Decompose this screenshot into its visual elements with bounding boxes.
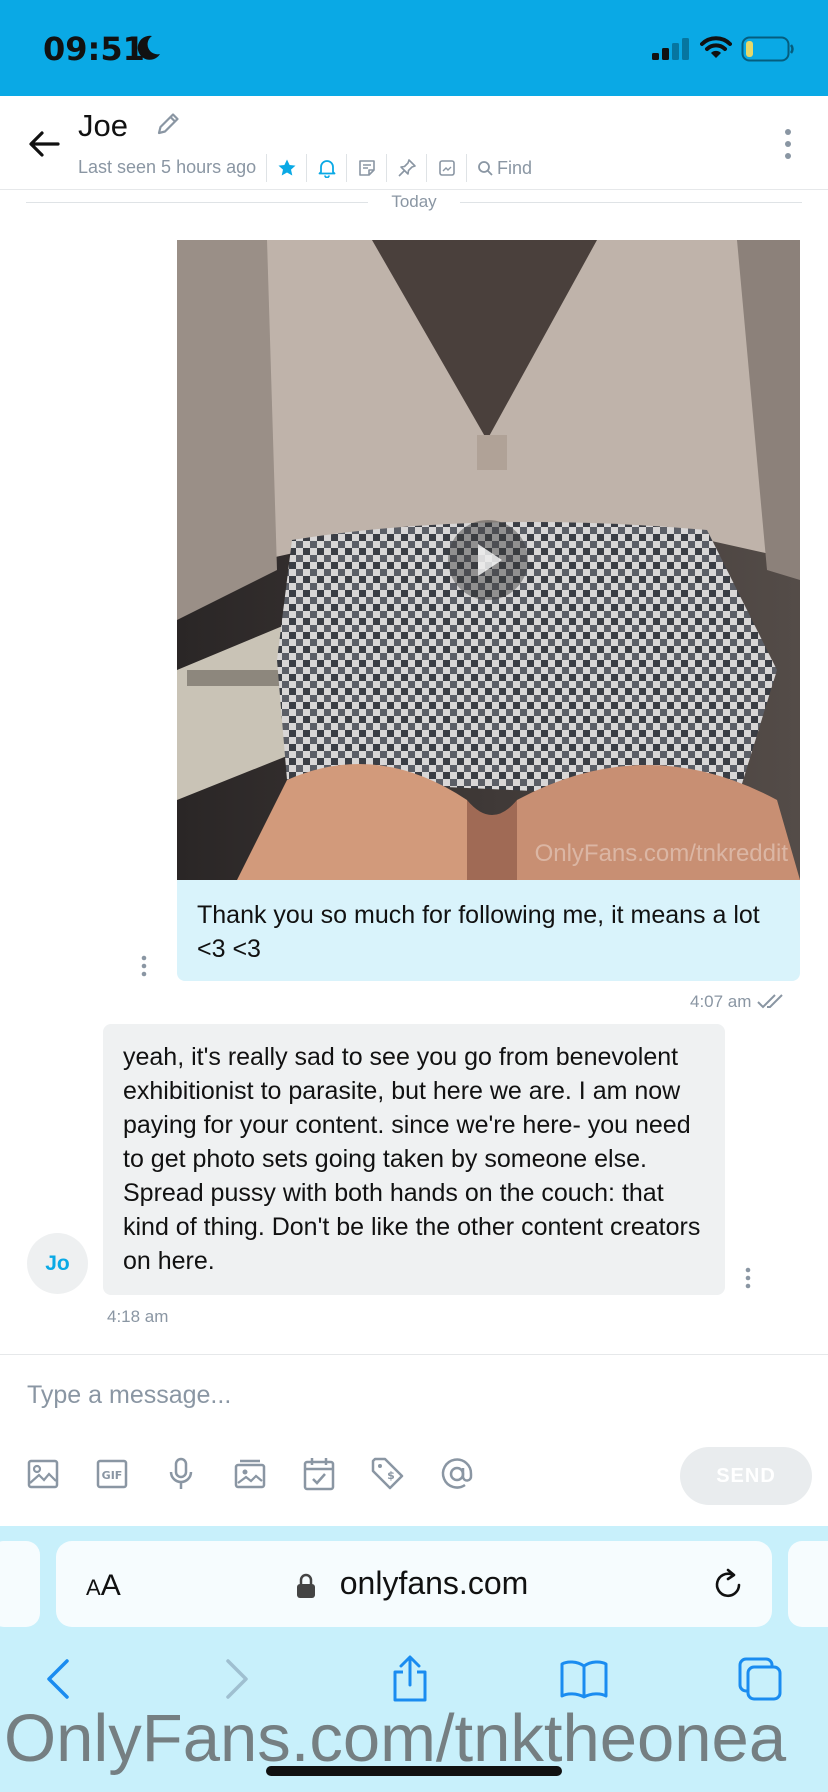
pencil-icon[interactable] (154, 110, 182, 138)
favorite-button[interactable] (266, 154, 306, 182)
mention-icon (441, 1458, 473, 1489)
tabs-button[interactable] (735, 1654, 785, 1704)
message-options-icon[interactable] (137, 954, 151, 978)
message-composer: GIF $ SEND (0, 1354, 828, 1526)
composer-toolbar: GIF $ (26, 1456, 474, 1492)
mention-button[interactable] (440, 1456, 474, 1492)
schedule-button[interactable] (302, 1456, 336, 1492)
url-host: onlyfans.com (339, 1565, 529, 1601)
tabs-icon (738, 1657, 782, 1701)
more-options-icon[interactable] (775, 126, 801, 162)
voice-message-button[interactable] (164, 1456, 198, 1492)
next-tab-preview[interactable] (788, 1541, 828, 1627)
message-options-icon[interactable] (741, 1266, 755, 1290)
vault-button[interactable] (233, 1456, 267, 1492)
set-price-button[interactable]: $ (371, 1456, 405, 1492)
share-icon (393, 1655, 427, 1702)
cellular-signal-icon (652, 38, 689, 60)
video-attachment[interactable]: OnlyFans.com/tnkreddit (177, 240, 800, 880)
send-button[interactable]: SEND (680, 1447, 812, 1505)
message-time: 4:18 am (107, 1307, 169, 1326)
outgoing-message-bubble[interactable]: Thank you so much for following me, it m… (177, 880, 800, 981)
chevron-right-icon (226, 1659, 248, 1699)
notes-button[interactable] (346, 154, 386, 182)
status-time: 09:51 (43, 30, 145, 68)
gif-button[interactable]: GIF (95, 1456, 129, 1492)
date-label: Today (391, 192, 437, 211)
message-text: yeah, it's really sad to see you go from… (123, 1043, 701, 1275)
bookmarks-button[interactable] (559, 1654, 609, 1704)
previous-tab-preview[interactable] (0, 1541, 40, 1627)
microphone-icon (169, 1457, 193, 1489)
battery-icon (741, 36, 794, 62)
bell-icon (318, 160, 335, 178)
gallery-icon (438, 160, 455, 176)
price-tag-icon: $ (371, 1457, 404, 1490)
vault-icon (234, 1459, 266, 1489)
gif-icon: GIF (96, 1459, 128, 1489)
find-label: Find (497, 157, 533, 178)
message-text: Thank you so much for following me, it m… (197, 901, 760, 963)
attach-image-button[interactable] (26, 1456, 60, 1492)
reload-icon[interactable] (710, 1567, 746, 1603)
svg-text:$: $ (387, 1469, 395, 1482)
pin-icon (397, 159, 416, 177)
find-in-chat-button[interactable]: Find (466, 154, 532, 182)
calendar-icon (303, 1458, 335, 1491)
moon-icon (137, 35, 160, 60)
share-button[interactable] (385, 1654, 435, 1704)
chevron-left-icon (47, 1659, 69, 1699)
double-check-icon (757, 994, 784, 1009)
address-bar[interactable]: AA onlyfans.com (56, 1541, 772, 1627)
play-icon (478, 544, 502, 576)
status-bar: 09:51 (0, 0, 828, 96)
media-watermark: OnlyFans.com/tnkreddit (534, 840, 788, 867)
pin-button[interactable] (386, 154, 426, 182)
message-input[interactable] (27, 1375, 667, 1415)
contact-name[interactable]: Joe (78, 108, 128, 144)
date-divider: Today (26, 192, 802, 212)
image-icon (27, 1459, 59, 1489)
media-gallery-button[interactable] (426, 154, 466, 182)
wifi-icon (700, 36, 732, 58)
incoming-message-bubble[interactable]: yeah, it's really sad to see you go from… (103, 1024, 725, 1295)
outgoing-message-meta: 4:07 am (690, 992, 789, 1012)
svg-text:GIF: GIF (102, 1469, 123, 1482)
browser-back-button[interactable] (33, 1654, 83, 1704)
back-arrow-icon[interactable] (26, 126, 62, 162)
search-icon (478, 161, 493, 176)
last-seen-status: Last seen 5 hours ago (78, 157, 257, 177)
play-button[interactable] (448, 520, 528, 600)
avatar[interactable]: Jo (27, 1233, 88, 1294)
star-icon (278, 159, 295, 176)
note-icon (358, 160, 375, 176)
message-time: 4:07 am (690, 992, 752, 1011)
chat-header: Joe Last seen 5 hours ago Find (0, 96, 828, 190)
browser-forward-button[interactable] (212, 1654, 262, 1704)
chat-header-toolbar: Find (266, 154, 532, 182)
book-icon (560, 1660, 608, 1699)
home-indicator[interactable] (266, 1766, 562, 1776)
notifications-button[interactable] (306, 154, 346, 182)
